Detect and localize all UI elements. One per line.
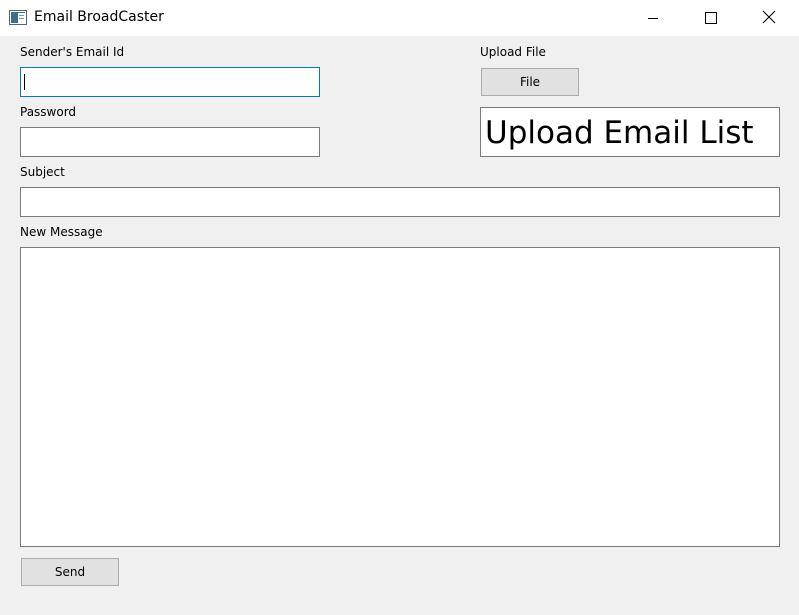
- password-field[interactable]: [20, 127, 320, 157]
- title-bar[interactable]: Email BroadCaster: [0, 0, 799, 36]
- minimize-button[interactable]: [625, 0, 681, 36]
- close-button[interactable]: [741, 0, 797, 36]
- subject-label: Subject: [20, 165, 65, 179]
- subject-field[interactable]: [20, 187, 780, 217]
- maximize-button[interactable]: [683, 0, 739, 36]
- maximize-icon: [705, 9, 717, 28]
- minimize-icon: [647, 9, 659, 28]
- new-message-label: New Message: [20, 225, 103, 239]
- close-icon: [762, 9, 776, 28]
- password-label: Password: [20, 105, 77, 119]
- message-textarea[interactable]: [20, 247, 780, 547]
- window-app-icon: [9, 10, 27, 25]
- sender-email-label: Sender's Email Id: [20, 45, 125, 59]
- text-caret: [24, 74, 25, 90]
- upload-email-list-display: Upload Email List: [480, 107, 780, 157]
- upload-file-label: Upload File: [480, 45, 546, 59]
- file-button[interactable]: File: [481, 68, 579, 96]
- send-button[interactable]: Send: [21, 558, 119, 586]
- sender-email-field[interactable]: [20, 67, 320, 97]
- window-title: Email BroadCaster: [34, 9, 164, 25]
- app-window: Email BroadCaster Sender's Email Id Pass…: [0, 0, 799, 615]
